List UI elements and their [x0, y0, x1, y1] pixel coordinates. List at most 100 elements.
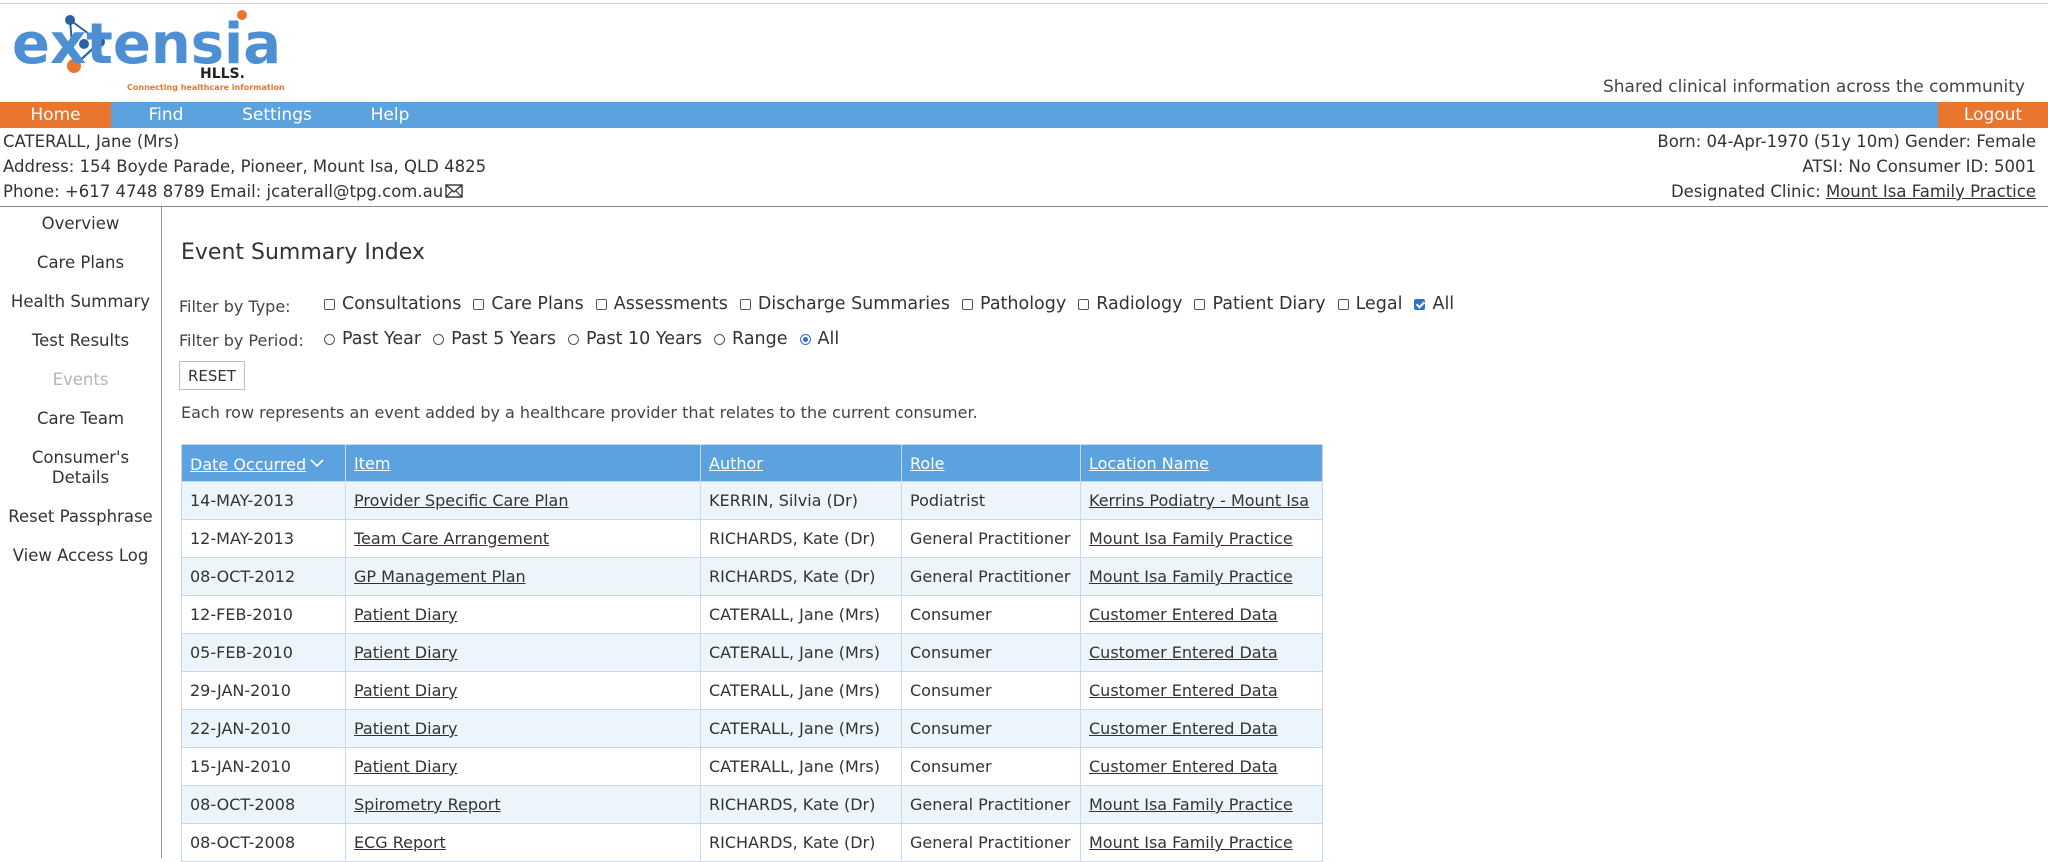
filter-type-legal[interactable]: Legal	[1337, 294, 1402, 314]
filter-type-all[interactable]: All	[1414, 294, 1454, 314]
item-link[interactable]: Patient Diary	[354, 605, 457, 624]
sidebar-item-consumers-details[interactable]: Consumer's Details	[0, 448, 161, 488]
checkbox[interactable]	[962, 298, 974, 310]
radio-selected[interactable]	[799, 333, 811, 345]
extensia-logo[interactable]: extensia HLLS. Connecting healthcare inf…	[12, 8, 292, 94]
filter-type-assessments[interactable]: Assessments	[595, 294, 728, 314]
nav-settings[interactable]: Settings	[232, 102, 322, 128]
table-row: 22-JAN-2010 Patient Diary CATERALL, Jane (…	[181, 709, 1323, 748]
location-link[interactable]: Mount Isa Family Practice	[1089, 529, 1293, 548]
cell-location: Mount Isa Family Practice	[1080, 519, 1323, 558]
patient-born-gender: Born: 04-Apr-1970 (51y 10m) Gender: Fema…	[1657, 132, 2036, 151]
item-link[interactable]: Patient Diary	[354, 719, 457, 738]
filter-period-all[interactable]: All	[799, 329, 839, 349]
radio[interactable]	[714, 333, 726, 345]
item-link[interactable]: GP Management Plan	[354, 567, 526, 586]
location-link[interactable]: Customer Entered Data	[1089, 681, 1278, 700]
checkbox[interactable]	[1194, 298, 1206, 310]
cell-date: 12-MAY-2013	[181, 519, 346, 558]
cell-author: CATERALL, Jane (Mrs)	[700, 595, 902, 634]
item-link[interactable]: Patient Diary	[354, 681, 457, 700]
cell-item: Patient Diary	[345, 595, 701, 634]
filter-type-radiology[interactable]: Radiology	[1078, 294, 1182, 314]
designated-clinic: Designated Clinic: Mount Isa Family Prac…	[1671, 179, 2036, 204]
nav-logout[interactable]: Logout	[1938, 102, 2048, 128]
cell-date: 15-JAN-2010	[181, 747, 346, 786]
sidebar-item-reset-passphrase[interactable]: Reset Passphrase	[0, 507, 161, 527]
table-description: Each row represents an event added by a …	[181, 403, 978, 422]
col-header-location-name[interactable]: Location Name	[1080, 444, 1323, 482]
cell-role: General Practitioner	[901, 785, 1081, 824]
filter-type-discharge-summaries[interactable]: Discharge Summaries	[739, 294, 950, 314]
filter-period-past-5-years[interactable]: Past 5 Years	[433, 329, 556, 349]
filter-type-consultations[interactable]: Consultations	[324, 294, 461, 314]
reset-button[interactable]: RESET	[179, 361, 245, 390]
item-link[interactable]: Provider Specific Care Plan	[354, 491, 569, 510]
item-link[interactable]: Team Care Arrangement	[354, 529, 549, 548]
checkbox-checked[interactable]	[1414, 298, 1426, 310]
col-header-role[interactable]: Role	[901, 444, 1081, 482]
item-link[interactable]: Spirometry Report	[354, 795, 501, 814]
sidebar-item-health-summary[interactable]: Health Summary	[0, 292, 161, 312]
location-link[interactable]: Mount Isa Family Practice	[1089, 567, 1293, 586]
cell-author: CATERALL, Jane (Mrs)	[700, 671, 902, 710]
filter-type-pathology[interactable]: Pathology	[962, 294, 1066, 314]
cell-location: Kerrins Podiatry - Mount Isa	[1080, 481, 1323, 520]
patient-atsi-id: ATSI: No Consumer ID: 5001	[1802, 157, 2036, 176]
radio[interactable]	[568, 333, 579, 345]
sidebar-item-care-team[interactable]: Care Team	[0, 409, 161, 429]
cell-date: 22-JAN-2010	[181, 709, 346, 748]
filter-period-range[interactable]: Range	[714, 329, 788, 349]
main-content: Event Summary Index Filter by Type: Cons…	[162, 207, 2048, 862]
cell-location: Customer Entered Data	[1080, 709, 1323, 748]
location-link[interactable]: Customer Entered Data	[1089, 605, 1278, 624]
filter-type-options: Consultations Care Plans Assessments Dis…	[324, 292, 1466, 316]
nav-find[interactable]: Find	[131, 102, 201, 128]
item-link[interactable]: Patient Diary	[354, 643, 457, 662]
table-row: 14-MAY-2013 Provider Specific Care Plan KE…	[181, 481, 1323, 520]
col-header-date-occurred[interactable]: Date Occurred	[181, 444, 346, 482]
item-link[interactable]: ECG Report	[354, 833, 446, 852]
checkbox[interactable]	[1078, 298, 1090, 310]
checkbox[interactable]	[324, 298, 335, 310]
cell-item: Team Care Arrangement	[345, 519, 701, 558]
sidebar-item-overview[interactable]: Overview	[0, 214, 161, 234]
location-link[interactable]: Mount Isa Family Practice	[1089, 795, 1293, 814]
sidebar-item-care-plans[interactable]: Care Plans	[0, 253, 161, 273]
cell-date: 08-OCT-2008	[181, 823, 346, 862]
cell-author: CATERALL, Jane (Mrs)	[700, 747, 902, 786]
envelope-icon[interactable]	[445, 180, 463, 205]
nav-home[interactable]: Home	[0, 102, 111, 128]
location-link[interactable]: Customer Entered Data	[1089, 757, 1278, 776]
checkbox[interactable]	[595, 298, 607, 310]
filter-period-past-year[interactable]: Past Year	[324, 329, 421, 349]
sidebar-item-test-results[interactable]: Test Results	[0, 331, 161, 351]
radio[interactable]	[324, 333, 335, 345]
checkbox[interactable]	[473, 298, 485, 310]
col-header-item[interactable]: Item	[345, 444, 701, 482]
filter-period-past-10-years[interactable]: Past 10 Years	[568, 329, 702, 349]
col-header-author[interactable]: Author	[700, 444, 902, 482]
table-header-row: Date Occurred Item Author Role Location …	[181, 444, 1323, 482]
events-table: Date Occurred Item Author Role Location …	[181, 444, 1323, 862]
filter-type-care-plans[interactable]: Care Plans	[473, 294, 584, 314]
checkbox[interactable]	[739, 298, 751, 310]
filter-type-patient-diary[interactable]: Patient Diary	[1194, 294, 1326, 314]
radio[interactable]	[433, 333, 445, 345]
cell-date: 12-FEB-2010	[181, 595, 346, 634]
sort-descending-icon[interactable]	[310, 453, 324, 472]
checkbox[interactable]	[1337, 298, 1349, 310]
item-link[interactable]: Patient Diary	[354, 757, 457, 776]
designated-clinic-link[interactable]: Mount Isa Family Practice	[1826, 182, 2036, 201]
cell-location: Customer Entered Data	[1080, 671, 1323, 710]
cell-item: GP Management Plan	[345, 557, 701, 596]
location-link[interactable]: Customer Entered Data	[1089, 643, 1278, 662]
logo-hlls: HLLS.	[200, 66, 245, 82]
location-link[interactable]: Customer Entered Data	[1089, 719, 1278, 738]
location-link[interactable]: Mount Isa Family Practice	[1089, 833, 1293, 852]
cell-author: RICHARDS, Kate (Dr)	[700, 557, 902, 596]
nav-help[interactable]: Help	[350, 102, 430, 128]
location-link[interactable]: Kerrins Podiatry - Mount Isa	[1089, 491, 1309, 510]
table-row: 12-FEB-2010 Patient Diary CATERALL, Jane (…	[181, 595, 1323, 634]
sidebar-item-view-access-log[interactable]: View Access Log	[0, 546, 161, 566]
